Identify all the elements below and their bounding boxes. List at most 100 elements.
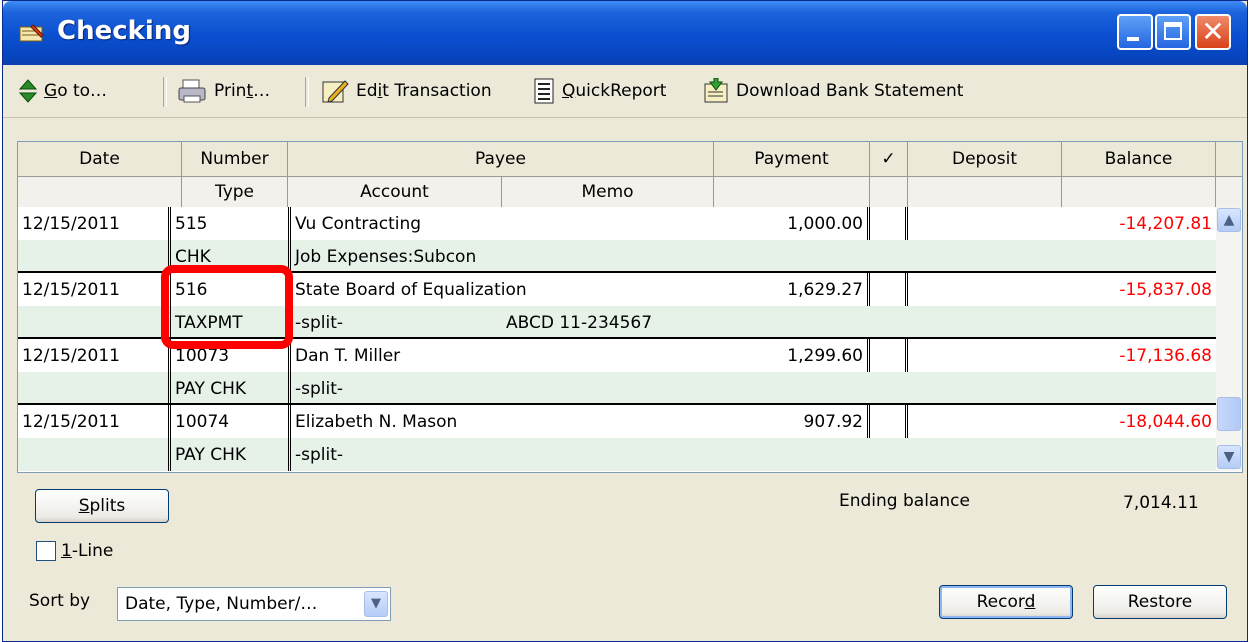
date-cell: 12/15/2011 bbox=[22, 411, 120, 432]
col-blank-header bbox=[18, 177, 182, 207]
download-bank-statement-button[interactable]: Download Bank Statement bbox=[703, 75, 963, 107]
cleared-cell[interactable] bbox=[870, 339, 908, 372]
deposit-cell bbox=[908, 339, 1062, 372]
memo-cell bbox=[502, 240, 714, 273]
cleared-cell[interactable] bbox=[870, 273, 908, 306]
close-button[interactable]: ✕ bbox=[1195, 14, 1231, 50]
balance-cell: -14,207.81 bbox=[1119, 213, 1212, 234]
memo-cell: ABCD 11-234567 bbox=[506, 312, 653, 333]
account-cell: Job Expenses:Subcon bbox=[288, 240, 502, 273]
toolbar: Go to… Print… Edit Transaction QuickRepo… bbox=[3, 65, 1247, 118]
chevron-down-icon: ▼ bbox=[1223, 449, 1235, 465]
date-cell: 12/15/2011 bbox=[22, 213, 120, 234]
splits-button[interactable]: Splits bbox=[35, 489, 169, 523]
ending-balance-value: 7,014.11 bbox=[1123, 493, 1199, 513]
print-label: Print… bbox=[214, 81, 271, 101]
payment-cell: 1,629.27 bbox=[714, 273, 870, 306]
toolbar-separator bbox=[163, 77, 167, 107]
maximize-button[interactable] bbox=[1155, 14, 1191, 50]
col-blank-header bbox=[908, 177, 1062, 207]
number-cell: 515 bbox=[168, 207, 288, 240]
column-header-row-2: Type Account Memo bbox=[18, 177, 1242, 208]
cleared-cell[interactable] bbox=[870, 405, 908, 438]
col-type-header[interactable]: Type bbox=[182, 177, 288, 207]
quickreport-label: QuickReport bbox=[562, 81, 667, 101]
type-cell: PAY CHK bbox=[168, 438, 288, 471]
deposit-cell bbox=[908, 273, 1062, 306]
edit-transaction-button[interactable]: Edit Transaction bbox=[321, 75, 492, 107]
chevron-up-icon: ▲ bbox=[1223, 212, 1235, 228]
balance-cell: -15,837.08 bbox=[1119, 279, 1212, 300]
type-cell: PAY CHK bbox=[168, 372, 288, 405]
ending-balance-label: Ending balance bbox=[839, 491, 970, 511]
transaction-row[interactable]: 12/15/2011 515 Vu Contracting 1,000.00 -… bbox=[18, 207, 1216, 273]
balance-cell: -17,136.68 bbox=[1119, 345, 1212, 366]
close-icon: ✕ bbox=[1201, 15, 1225, 48]
title-bar[interactable]: Checking ✕ bbox=[3, 1, 1247, 65]
edit-pencil-icon bbox=[322, 80, 349, 103]
goto-button[interactable]: Go to… bbox=[19, 75, 107, 107]
col-payee-header[interactable]: Payee bbox=[288, 142, 714, 177]
memo-cell bbox=[502, 372, 714, 405]
printer-icon bbox=[178, 79, 206, 103]
account-cell: -split- bbox=[288, 306, 502, 339]
up-down-arrow-icon bbox=[19, 79, 37, 103]
quickreport-button[interactable]: QuickReport bbox=[533, 75, 666, 107]
edit-transaction-label: Edit Transaction bbox=[356, 81, 492, 101]
toolbar-separator bbox=[305, 77, 309, 107]
one-line-label[interactable]: 1-Line bbox=[61, 541, 113, 561]
scroll-down-button[interactable]: ▼ bbox=[1217, 445, 1241, 469]
payment-cell: 907.92 bbox=[714, 405, 870, 438]
payment-cell: 1,299.60 bbox=[714, 339, 870, 372]
scroll-up-button[interactable]: ▲ bbox=[1217, 208, 1241, 232]
minimize-button[interactable] bbox=[1117, 14, 1153, 50]
col-memo-header[interactable]: Memo bbox=[502, 177, 714, 207]
date-cell: 12/15/2011 bbox=[22, 345, 120, 366]
cleared-cell[interactable] bbox=[870, 207, 908, 240]
scroll-thumb[interactable] bbox=[1217, 397, 1241, 431]
sort-by-label: Sort by bbox=[29, 591, 91, 611]
deposit-cell bbox=[908, 405, 1062, 438]
minimize-icon bbox=[1127, 37, 1139, 41]
payee-cell: Elizabeth N. Mason bbox=[288, 405, 714, 438]
col-balance-header[interactable]: Balance bbox=[1062, 142, 1216, 177]
maximize-icon bbox=[1164, 22, 1182, 40]
annotation-highlight-box bbox=[161, 265, 293, 349]
payment-cell: 1,000.00 bbox=[714, 207, 870, 240]
col-date-header[interactable]: Date bbox=[18, 142, 182, 177]
payee-cell: Vu Contracting bbox=[288, 207, 714, 240]
account-cell: -split- bbox=[288, 372, 502, 405]
col-number-header[interactable]: Number bbox=[182, 142, 288, 177]
register-icon bbox=[19, 24, 44, 42]
deposit-cell bbox=[908, 207, 1062, 240]
balance-cell: -18,044.60 bbox=[1119, 411, 1212, 432]
col-scroll-header bbox=[1216, 142, 1242, 177]
col-deposit-header[interactable]: Deposit bbox=[908, 142, 1062, 177]
memo-cell bbox=[502, 438, 714, 471]
col-blank-header bbox=[870, 177, 908, 207]
chevron-down-icon: ▼ bbox=[371, 596, 381, 611]
col-payment-header[interactable]: Payment bbox=[714, 142, 870, 177]
payee-cell: Dan T. Miller bbox=[288, 339, 714, 372]
number-cell: 10074 bbox=[168, 405, 288, 438]
column-header-row-1: Date Number Payee Payment ✓ Deposit Bala… bbox=[18, 142, 1242, 177]
record-button[interactable]: Record bbox=[939, 585, 1073, 619]
sort-by-value: Date, Type, Number/… bbox=[125, 594, 318, 614]
col-blank-header bbox=[1062, 177, 1216, 207]
payee-cell: State Board of Equalization bbox=[288, 273, 714, 306]
one-line-checkbox[interactable] bbox=[36, 541, 56, 561]
download-statement-icon bbox=[704, 78, 728, 103]
window-title: Checking bbox=[57, 16, 191, 46]
transaction-row[interactable]: 12/15/2011 10074 Elizabeth N. Mason 907.… bbox=[18, 405, 1216, 471]
sort-by-select[interactable]: Date, Type, Number/… ▼ bbox=[117, 587, 391, 621]
download-bank-statement-label: Download Bank Statement bbox=[736, 81, 964, 101]
vertical-scrollbar[interactable]: ▲ ▼ bbox=[1216, 207, 1242, 471]
date-cell: 12/15/2011 bbox=[22, 279, 120, 300]
report-icon bbox=[534, 78, 554, 104]
col-account-header[interactable]: Account bbox=[288, 177, 502, 207]
print-button[interactable]: Print… bbox=[177, 75, 270, 107]
col-cleared-header[interactable]: ✓ bbox=[870, 142, 908, 177]
restore-button[interactable]: Restore bbox=[1093, 585, 1227, 619]
col-blank-header bbox=[714, 177, 870, 207]
dropdown-arrow-button[interactable]: ▼ bbox=[364, 591, 388, 617]
